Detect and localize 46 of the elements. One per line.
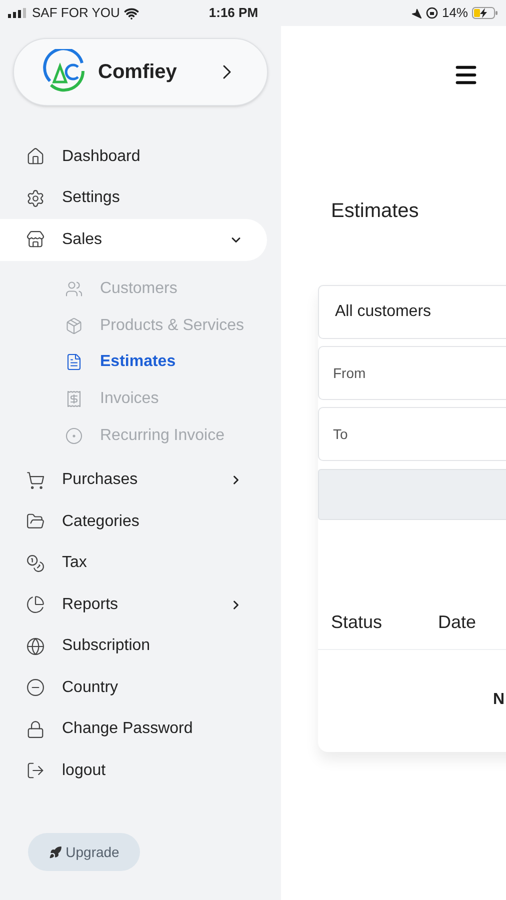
menu-item[interactable]: Purchases [0,459,267,501]
circle-minus-icon [26,678,45,698]
receipt-icon [65,390,83,408]
battery-icon [472,7,498,19]
location-icon [410,8,422,18]
menu-item[interactable]: Change Password [0,708,267,750]
cart-icon [26,470,45,490]
clock-time: 1:16 PM [208,4,258,22]
wifi-icon [124,6,139,20]
submenu-item[interactable]: Estimates [0,344,281,381]
gear-icon [26,188,45,208]
menu-item[interactable]: Settings [0,178,267,219]
circle-dot-icon [65,427,83,446]
logout-icon [26,761,45,780]
pie-chart-icon [26,595,45,614]
menu-item[interactable]: Dashboard [0,136,267,178]
upgrade-button[interactable]: Upgrade [28,833,140,872]
brand-card[interactable]: Comfiey [13,38,268,106]
coins-icon [26,554,45,573]
folder-icon [26,512,45,532]
customer-select[interactable]: All customers [318,285,506,339]
rotation-lock-icon [426,7,438,19]
menu-item[interactable]: Sales [0,219,267,260]
menu-item[interactable]: Reports [0,584,267,626]
package-icon [65,316,83,335]
column-header: Date [438,610,478,634]
people-icon [65,280,83,298]
page-title: Estimates [330,199,419,224]
from-field[interactable]: From [318,346,506,400]
column-header: Status [331,610,384,634]
store-icon [26,230,45,250]
house-icon [26,147,45,166]
globe-icon [26,636,45,656]
carrier-name: SAF FOR YOU [32,4,120,22]
rocket-icon [48,846,62,859]
to-field[interactable]: To [318,407,506,461]
signal-icon [8,8,28,18]
lock-icon [26,720,45,739]
empty-message: N [493,691,505,708]
menu-item[interactable]: Subscription [0,625,267,667]
menu-item[interactable]: Tax [0,542,267,584]
menu-item[interactable]: Country [0,666,267,708]
menu-item[interactable]: Categories [0,500,267,542]
menu-item[interactable]: logout [0,750,267,792]
battery-percent: 14% [442,4,468,22]
document-icon [65,353,83,372]
